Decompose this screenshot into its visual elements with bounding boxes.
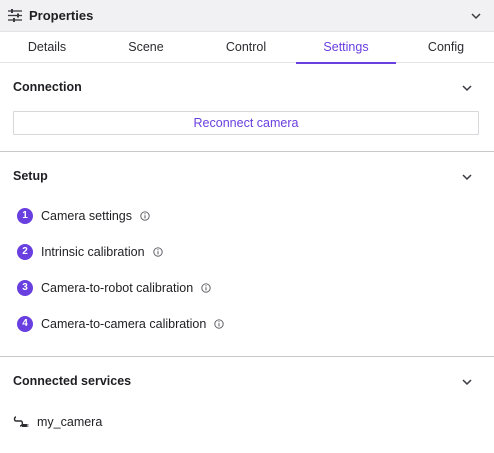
step-label: Camera-to-camera calibration bbox=[41, 317, 207, 331]
setup-step-camera-to-robot-calibration[interactable]: 3 Camera-to-robot calibration bbox=[17, 280, 211, 296]
step-number-badge: 3 bbox=[17, 280, 33, 296]
tab-control[interactable]: Control bbox=[208, 33, 284, 63]
service-name: my_camera bbox=[37, 415, 103, 429]
connection-section-title: Connection bbox=[13, 80, 82, 94]
setup-chevron-icon[interactable] bbox=[461, 171, 473, 183]
reconnect-camera-button[interactable]: Reconnect camera bbox=[13, 111, 479, 135]
info-icon[interactable] bbox=[152, 247, 163, 257]
sliders-icon bbox=[8, 9, 22, 22]
step-number-badge: 1 bbox=[17, 208, 33, 224]
panel-title: Properties bbox=[29, 8, 94, 23]
chevron-down-icon[interactable] bbox=[470, 10, 482, 22]
setup-step-intrinsic-calibration[interactable]: 2 Intrinsic calibration bbox=[17, 244, 163, 260]
step-label: Camera-to-robot calibration bbox=[41, 281, 194, 295]
tab-details[interactable]: Details bbox=[10, 33, 84, 63]
services-chevron-icon[interactable] bbox=[461, 376, 473, 388]
setup-step-camera-settings[interactable]: 1 Camera settings bbox=[17, 208, 150, 224]
section-divider bbox=[0, 356, 494, 357]
camera-cable-icon bbox=[13, 416, 29, 427]
setup-step-camera-to-camera-calibration[interactable]: 4 Camera-to-camera calibration bbox=[17, 316, 224, 332]
panel-header[interactable]: Properties bbox=[0, 0, 494, 32]
step-number-badge: 2 bbox=[17, 244, 33, 260]
info-icon[interactable] bbox=[140, 211, 150, 221]
tab-bar: Details Scene Control Settings Config bbox=[0, 33, 494, 64]
info-icon[interactable] bbox=[201, 283, 211, 293]
info-icon[interactable] bbox=[214, 319, 224, 329]
step-label: Camera settings bbox=[41, 209, 133, 223]
tab-scene[interactable]: Scene bbox=[111, 33, 181, 63]
service-item-my-camera[interactable]: my_camera bbox=[13, 414, 102, 430]
setup-section-title: Setup bbox=[13, 169, 48, 183]
step-label: Intrinsic calibration bbox=[41, 245, 145, 259]
tab-settings[interactable]: Settings bbox=[296, 33, 396, 64]
tab-config[interactable]: Config bbox=[412, 33, 480, 63]
connection-chevron-icon[interactable] bbox=[461, 82, 473, 94]
connected-services-section-title: Connected services bbox=[13, 374, 132, 388]
section-divider bbox=[0, 151, 494, 152]
step-number-badge: 4 bbox=[17, 316, 33, 332]
